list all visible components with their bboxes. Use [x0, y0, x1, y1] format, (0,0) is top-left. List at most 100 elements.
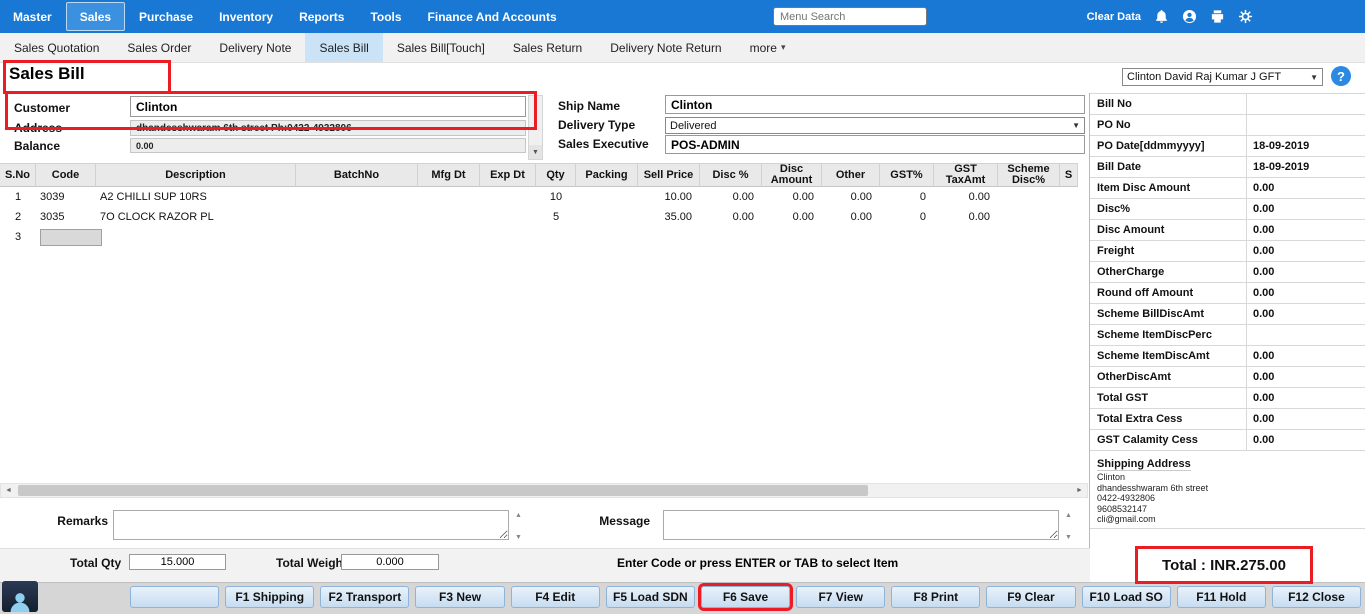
total-weight-input[interactable] — [341, 554, 439, 570]
balance-label: Balance — [14, 139, 60, 153]
fn-button-f6-save[interactable]: F6 Save — [701, 586, 790, 608]
spinner-up-icon[interactable]: ▲ — [1065, 512, 1072, 519]
clear-data-button[interactable]: Clear Data — [1087, 11, 1141, 23]
col-batchno[interactable]: BatchNo — [296, 163, 418, 187]
subnav-more[interactable]: more ▾ — [736, 33, 800, 62]
fn-button-f10-load-so[interactable]: F10 Load SO — [1082, 586, 1171, 608]
table-row[interactable]: 3 — [0, 227, 1086, 247]
fn-button-f1-shipping[interactable]: F1 Shipping — [225, 586, 314, 608]
col-scheme-disc[interactable]: Scheme Disc% — [998, 163, 1060, 187]
scrollbar-track[interactable] — [16, 484, 1072, 497]
table-row[interactable]: 2 3035 7O CLOCK RAZOR PL 5 35.00 0.00 0.… — [0, 207, 1086, 227]
summary-value[interactable]: 0.00 — [1246, 346, 1365, 366]
summary-value[interactable]: 0.00 — [1246, 241, 1365, 261]
col-gst-taxamt[interactable]: GST TaxAmt — [934, 163, 998, 187]
remarks-textarea[interactable] — [113, 510, 509, 540]
col-description[interactable]: Description — [96, 163, 296, 187]
summary-value[interactable]: 0.00 — [1246, 304, 1365, 324]
subnav-sales-return[interactable]: Sales Return — [499, 33, 596, 62]
scroll-left-icon[interactable]: ◄ — [1, 484, 16, 497]
fn-button-f2-transport[interactable]: F2 Transport — [320, 586, 409, 608]
summary-value[interactable] — [1246, 115, 1365, 135]
bell-icon[interactable] — [1154, 9, 1169, 24]
summary-value[interactable] — [1246, 325, 1365, 345]
menu-item-inventory[interactable]: Inventory — [206, 0, 286, 33]
scroll-right-icon[interactable]: ► — [1072, 484, 1087, 497]
subnav-sales-bill-touch[interactable]: Sales Bill[Touch] — [383, 33, 499, 62]
summary-value[interactable]: 0.00 — [1246, 178, 1365, 198]
col-disc-amount[interactable]: Disc Amount — [762, 163, 822, 187]
fn-button-blank[interactable] — [130, 586, 219, 608]
summary-value[interactable] — [1246, 94, 1365, 114]
remarks-spinner: ▲ ▼ — [513, 512, 524, 541]
fn-button-f8-print[interactable]: F8 Print — [891, 586, 980, 608]
table-row[interactable]: 1 3039 A2 CHILLI SUP 10RS 10 10.00 0.00 … — [0, 187, 1086, 207]
summary-value[interactable]: 18-09-2019 — [1246, 157, 1365, 177]
customer-account-select[interactable]: Clinton David Raj Kumar J GFT ▼ — [1122, 68, 1323, 86]
delivery-type-select[interactable]: Delivered ▼ — [665, 117, 1085, 134]
spinner-down-icon[interactable]: ▼ — [1065, 534, 1072, 541]
summary-value[interactable]: 0.00 — [1246, 199, 1365, 219]
help-button[interactable]: ? — [1331, 66, 1351, 86]
col-mfg-dt[interactable]: Mfg Dt — [418, 163, 480, 187]
menu-item-finance-and-accounts[interactable]: Finance And Accounts — [415, 0, 570, 33]
col-gst-pct[interactable]: GST% — [880, 163, 934, 187]
summary-value[interactable]: 0.00 — [1246, 262, 1365, 282]
subnav-sales-quotation[interactable]: Sales Quotation — [0, 33, 113, 62]
col-exp-dt[interactable]: Exp Dt — [480, 163, 536, 187]
fn-button-f9-clear[interactable]: F9 Clear — [986, 586, 1075, 608]
fn-button-f5-load-sdn[interactable]: F5 Load SDN — [606, 586, 695, 608]
menu-search-input[interactable] — [773, 7, 927, 26]
printer-icon[interactable] — [1210, 9, 1225, 24]
menu-item-tools[interactable]: Tools — [357, 0, 414, 33]
support-icon[interactable] — [1182, 9, 1197, 24]
total-qty-input[interactable] — [129, 554, 226, 570]
summary-value[interactable]: 0.00 — [1246, 430, 1365, 450]
scroll-down-icon[interactable]: ▼ — [529, 145, 542, 159]
item-code-input[interactable] — [40, 229, 102, 246]
col-sell-price[interactable]: Sell Price — [638, 163, 700, 187]
cell-batchno — [296, 207, 418, 227]
summary-value[interactable]: 0.00 — [1246, 388, 1365, 408]
col-qty[interactable]: Qty — [536, 163, 576, 187]
subnav-sales-order[interactable]: Sales Order — [113, 33, 205, 62]
fn-button-f4-edit[interactable]: F4 Edit — [511, 586, 600, 608]
summary-label: Scheme ItemDiscAmt — [1090, 346, 1246, 366]
col-other[interactable]: Other — [822, 163, 880, 187]
table-horizontal-scrollbar[interactable]: ◄ ► — [0, 483, 1088, 498]
col-sno[interactable]: S.No — [0, 163, 36, 187]
menu-item-sales[interactable]: Sales — [66, 2, 125, 31]
customer-form-scrollbar[interactable]: ▼ — [528, 95, 543, 160]
summary-value[interactable]: 0.00 — [1246, 283, 1365, 303]
col-code[interactable]: Code — [36, 163, 96, 187]
fn-button-f11-hold[interactable]: F11 Hold — [1177, 586, 1266, 608]
fn-button-f3-new[interactable]: F3 New — [415, 586, 504, 608]
summary-value[interactable]: 0.00 — [1246, 409, 1365, 429]
spinner-down-icon[interactable]: ▼ — [515, 534, 522, 541]
col-s[interactable]: S — [1060, 163, 1078, 187]
spinner-up-icon[interactable]: ▲ — [515, 512, 522, 519]
cell-gst-pct: 0 — [880, 187, 934, 207]
subnav-delivery-note-return[interactable]: Delivery Note Return — [596, 33, 735, 62]
ship-name-input[interactable] — [665, 95, 1085, 114]
customer-input[interactable] — [130, 96, 526, 117]
scrollbar-thumb[interactable] — [18, 485, 868, 496]
summary-value[interactable]: 0.00 — [1246, 220, 1365, 240]
gear-icon[interactable] — [1238, 9, 1253, 24]
subnav-more-label: more — [750, 41, 777, 55]
summary-value[interactable]: 18-09-2019 — [1246, 136, 1365, 156]
summary-value[interactable]: 0.00 — [1246, 367, 1365, 387]
menu-item-purchase[interactable]: Purchase — [126, 0, 206, 33]
menu-item-reports[interactable]: Reports — [286, 0, 357, 33]
menu-item-master[interactable]: Master — [0, 0, 65, 33]
subnav-sales-bill[interactable]: Sales Bill — [305, 33, 382, 62]
subnav-delivery-note[interactable]: Delivery Note — [205, 33, 305, 62]
balance-field: 0.00 — [130, 138, 526, 153]
col-disc-pct[interactable]: Disc % — [700, 163, 762, 187]
sales-executive-input[interactable] — [665, 135, 1085, 154]
col-packing[interactable]: Packing — [576, 163, 638, 187]
user-avatar[interactable] — [2, 581, 38, 612]
fn-button-f7-view[interactable]: F7 View — [796, 586, 885, 608]
fn-button-f12-close[interactable]: F12 Close — [1272, 586, 1361, 608]
message-textarea[interactable] — [663, 510, 1059, 540]
